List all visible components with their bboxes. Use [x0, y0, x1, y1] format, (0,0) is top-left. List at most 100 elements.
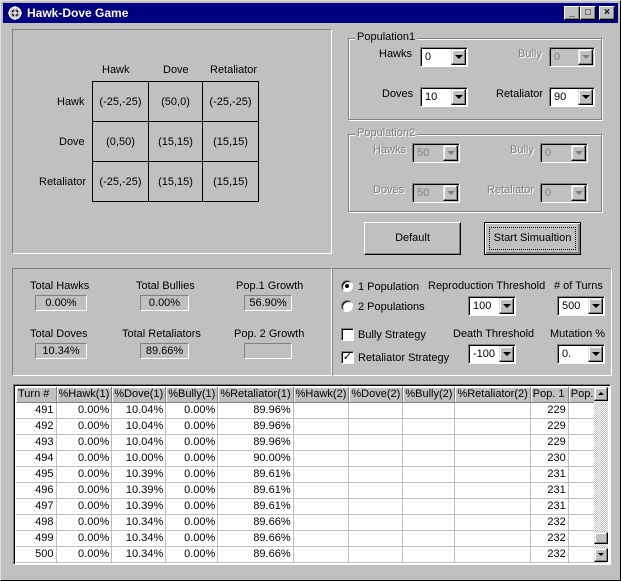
table-row[interactable]: 494 0.00% 10.00% 0.00% 90.00% 230 [16, 450, 607, 467]
table-cell[interactable]: 0.00% [56, 450, 113, 467]
table-cell[interactable]: 232 [530, 530, 569, 547]
table-cell[interactable] [348, 514, 404, 531]
retaliator-strategy-checkbox[interactable]: ✓ [341, 351, 354, 364]
mutation-select[interactable]: 0. [557, 344, 605, 364]
table-row[interactable]: 498 0.00% 10.34% 0.00% 89.66% 232 [16, 514, 607, 531]
one-population-radio[interactable] [341, 280, 353, 292]
table-cell[interactable]: 496 [16, 482, 57, 499]
chevron-down-icon[interactable] [499, 298, 514, 314]
chevron-down-icon[interactable] [588, 298, 603, 314]
table-cell[interactable]: 229 [530, 418, 569, 435]
bully-strategy-checkbox[interactable] [341, 328, 354, 341]
table-cell[interactable]: 10.34% [111, 514, 167, 531]
table-cell[interactable] [348, 466, 404, 483]
col-turn[interactable]: Turn # [16, 387, 57, 403]
table-cell[interactable]: 0.00% [56, 402, 113, 419]
col-bully1[interactable]: %Bully(1) [165, 387, 219, 403]
table-cell[interactable]: 0.00% [56, 530, 113, 547]
table-cell[interactable] [454, 530, 531, 547]
chevron-down-icon[interactable] [578, 89, 593, 105]
table-cell[interactable]: 229 [530, 434, 569, 451]
table-cell[interactable] [293, 466, 350, 483]
table-cell[interactable]: 229 [530, 402, 569, 419]
table-cell[interactable]: 0.00% [165, 498, 219, 515]
table-cell[interactable]: 0.00% [56, 546, 113, 563]
table-cell[interactable] [293, 546, 350, 563]
table-cell[interactable]: 10.34% [111, 530, 167, 547]
chevron-down-icon[interactable] [571, 145, 586, 161]
table-cell[interactable] [454, 466, 531, 483]
table-cell[interactable]: 0.00% [165, 418, 219, 435]
turns-select[interactable]: 500 [557, 296, 605, 316]
scroll-up-icon[interactable] [594, 387, 608, 401]
table-cell[interactable] [348, 418, 404, 435]
table-cell[interactable] [293, 450, 350, 467]
chevron-down-icon[interactable] [499, 346, 514, 362]
col-dove2[interactable]: %Dove(2) [348, 387, 404, 403]
table-cell[interactable] [348, 434, 404, 451]
scroll-down-icon[interactable] [594, 548, 608, 562]
table-cell[interactable]: 0.00% [56, 482, 113, 499]
close-button[interactable]: × [599, 6, 615, 20]
table-cell[interactable] [454, 482, 531, 499]
table-cell[interactable]: 10.04% [111, 402, 167, 419]
col-hawk1[interactable]: %Hawk(1) [56, 387, 113, 403]
table-cell[interactable] [348, 482, 404, 499]
table-cell[interactable] [454, 498, 531, 515]
table-row[interactable]: 496 0.00% 10.39% 0.00% 89.61% 231 [16, 482, 607, 499]
table-cell[interactable]: 10.00% [111, 450, 167, 467]
table-cell[interactable] [348, 402, 404, 419]
table-cell[interactable]: 89.96% [217, 402, 294, 419]
pop1-doves-select[interactable]: 10 [420, 87, 468, 107]
col-retaliator1[interactable]: %Retaliator(1) [217, 387, 294, 403]
table-cell[interactable]: 0.00% [56, 466, 113, 483]
table-cell[interactable]: 0.00% [56, 418, 113, 435]
table-cell[interactable]: 10.39% [111, 498, 167, 515]
table-cell[interactable]: 498 [16, 514, 57, 531]
table-cell[interactable]: 0.00% [165, 482, 219, 499]
table-cell[interactable] [293, 434, 350, 451]
table-cell[interactable] [293, 530, 350, 547]
table-cell[interactable] [454, 450, 531, 467]
table-cell[interactable] [348, 546, 404, 563]
table-cell[interactable]: 10.34% [111, 546, 167, 563]
table-cell[interactable] [402, 498, 456, 515]
table-cell[interactable]: 232 [530, 546, 569, 563]
table-cell[interactable]: 231 [530, 466, 569, 483]
table-cell[interactable]: 494 [16, 450, 57, 467]
pop2-doves-select[interactable]: 50 [412, 183, 460, 203]
table-cell[interactable] [348, 450, 404, 467]
pop2-hawks-select[interactable]: 50 [412, 143, 460, 163]
vertical-scrollbar[interactable] [594, 387, 608, 562]
table-cell[interactable]: 89.61% [217, 482, 294, 499]
table-cell[interactable] [402, 434, 456, 451]
pop2-bully-select[interactable]: 0 [540, 143, 588, 163]
table-cell[interactable]: 491 [16, 402, 57, 419]
chevron-down-icon[interactable] [588, 346, 603, 362]
chevron-down-icon[interactable] [451, 89, 466, 105]
col-pop1[interactable]: Pop. 1 [530, 387, 569, 403]
table-cell[interactable] [402, 418, 456, 435]
chevron-down-icon[interactable] [451, 49, 466, 65]
table-cell[interactable]: 0.00% [165, 450, 219, 467]
start-simulation-button[interactable]: Start Simualtion [484, 222, 581, 255]
table-cell[interactable]: 89.96% [217, 418, 294, 435]
title-bar[interactable]: Hawk-Dove Game _ □ × [3, 3, 618, 23]
bully-strategy-label[interactable]: Bully Strategy [358, 329, 426, 341]
minimize-button[interactable]: _ [564, 6, 580, 20]
table-cell[interactable]: 0.00% [165, 546, 219, 563]
table-cell[interactable] [402, 514, 456, 531]
table-cell[interactable]: 232 [530, 514, 569, 531]
table-cell[interactable]: 10.39% [111, 466, 167, 483]
table-cell[interactable] [402, 546, 456, 563]
table-cell[interactable]: 89.66% [217, 546, 294, 563]
table-cell[interactable]: 500 [16, 546, 57, 563]
table-cell[interactable] [293, 402, 350, 419]
chevron-down-icon[interactable] [443, 145, 458, 161]
table-cell[interactable] [293, 498, 350, 515]
table-cell[interactable]: 492 [16, 418, 57, 435]
table-row[interactable]: 497 0.00% 10.39% 0.00% 89.61% 231 [16, 498, 607, 515]
table-cell[interactable] [402, 402, 456, 419]
death-threshold-select[interactable]: -100 [468, 344, 516, 364]
table-row[interactable]: 499 0.00% 10.34% 0.00% 89.66% 232 [16, 530, 607, 547]
